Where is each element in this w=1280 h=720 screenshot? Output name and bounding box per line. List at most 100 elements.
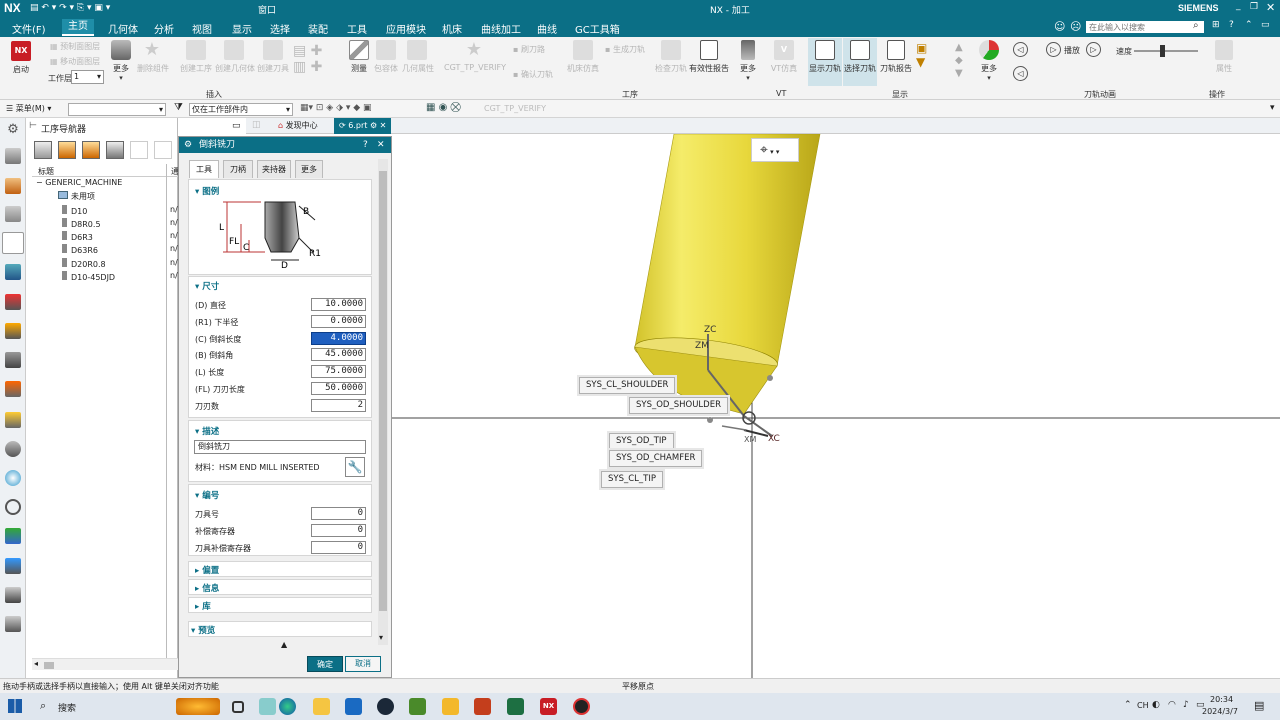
tab-part-file[interactable]: ⟳ 6.prt ⚙ ✕ (334, 118, 392, 134)
dialog-scrollbar[interactable]: ▾ (378, 159, 388, 645)
chamfer-angle-input[interactable]: 45.0000 (311, 348, 366, 361)
label-sys-cl-shoulder[interactable]: SYS_CL_SHOULDER (579, 377, 676, 394)
type-filter-select[interactable]: ▾ (68, 103, 166, 116)
folder-icon[interactable] (442, 698, 459, 715)
confirm-path-button[interactable]: ▪ 确认刀轨 (513, 69, 553, 80)
tree-item-d10-45djd[interactable]: D10-45DJD (62, 271, 115, 284)
method-view-icon[interactable] (106, 141, 124, 159)
desc-header[interactable]: ▾ 描述 (195, 425, 219, 437)
display-tool-icons[interactable]: ▦ ◉ ⛒ (426, 102, 461, 113)
chamfer-length-input[interactable]: 4.0000 (311, 332, 366, 345)
tree-item-unused[interactable]: 未用项 (58, 191, 95, 204)
tree-item-d63r6[interactable]: D63R6 (62, 244, 98, 257)
navigator-maximize-icon[interactable]: ▭ (232, 121, 241, 131)
taskbar-search-label[interactable]: 搜索 (58, 701, 76, 714)
first-icon[interactable]: ◁ (1013, 66, 1028, 81)
dims-header[interactable]: ▾ 尺寸 (195, 280, 219, 292)
filter-icon[interactable]: ⧩ (174, 102, 183, 113)
selection-tool-icons[interactable]: ▦▾ ⊡ ◈ ⬗ ▾ ◆ ▣ (300, 103, 372, 113)
menu-curve-machining[interactable]: 曲线加工 (481, 21, 521, 36)
nx-taskbar-icon[interactable]: NX (540, 698, 557, 715)
cgt-verify-small[interactable]: CGT_TP_VERIFY (484, 104, 546, 113)
web-browser-icon[interactable] (5, 470, 21, 486)
menu-view[interactable]: 视图 (192, 21, 212, 36)
menu-gc-toolbox[interactable]: GC工具箱 (575, 21, 620, 36)
scroll-thumb[interactable] (379, 171, 387, 611)
up-icon[interactable]: ⌃ (1245, 20, 1253, 30)
feature-icon-9[interactable] (5, 587, 21, 603)
layer-button-1[interactable]: ▦ 预制面图层 (50, 41, 100, 52)
menu-curve[interactable]: 曲线 (537, 21, 557, 36)
cutcom-register-input[interactable]: 0 (311, 541, 366, 554)
tab-tool[interactable]: 工具 (189, 160, 219, 178)
arrow-stack-icons[interactable]: ▲ ◆ ▼ (955, 41, 969, 83)
tab-holder[interactable]: 刀柄 (223, 160, 253, 178)
edge-icon[interactable] (279, 698, 296, 715)
tab-clamp[interactable]: 夹持器 (257, 160, 291, 178)
label-sys-od-tip[interactable]: SYS_OD_TIP (609, 433, 674, 450)
feature-icon-3[interactable] (5, 352, 21, 368)
more-button-3[interactable]: 更多 ▾ (978, 40, 1000, 82)
create-tool-button[interactable]: 创建刀具 (256, 40, 290, 74)
scope-filter-select[interactable]: 仅在工作部件内 ▾ (189, 103, 293, 116)
close-icon[interactable]: ✕ (1266, 1, 1275, 14)
machine-sim-button[interactable]: 机床仿真 (566, 40, 600, 74)
tab-more[interactable]: 更多 (295, 160, 323, 178)
frown-icon[interactable]: ☹ (1070, 20, 1081, 33)
machine-tool-icon[interactable] (5, 264, 21, 280)
view-orient-button[interactable]: ⌖ ▾ ▾ (751, 138, 799, 162)
create-geometry-button[interactable]: 创建几何体 (215, 40, 255, 74)
restore-icon[interactable]: ❐ (1250, 2, 1258, 12)
quick-access-icons[interactable]: ▤ ↶ ▾ ↷ ▾ ⎘ ▾ ▣ ▾ (30, 3, 110, 13)
help-icon[interactable]: ? (1229, 20, 1234, 30)
material-edit-button[interactable]: 🔧 (345, 457, 365, 477)
powerpoint-icon[interactable] (474, 698, 491, 715)
label-sys-od-chamfer[interactable]: SYS_OD_CHAMFER (609, 450, 703, 467)
dialog-title-bar[interactable]: ⚙ 倒斜铣刀 ? ✕ (179, 137, 391, 153)
constraint-navigator-icon[interactable] (5, 206, 21, 222)
taskbar-search-icon[interactable]: ⌕ (40, 699, 46, 713)
vt-sim-button[interactable]: V VT仿真 (770, 40, 798, 74)
tree-root[interactable]: − GENERIC_MACHINE (36, 178, 122, 191)
operation-navigator-icon[interactable] (2, 232, 24, 254)
steam-icon[interactable] (377, 698, 394, 715)
feature-icon-2[interactable] (5, 323, 21, 339)
ime-icon[interactable]: ◐ (1152, 700, 1160, 710)
library-panel[interactable]: ▸ 库 (188, 597, 372, 613)
menu-machine[interactable]: 机床 (442, 21, 462, 36)
menu-home[interactable]: 主页 (62, 19, 94, 36)
validity-report-button[interactable]: 有效性报告 (689, 40, 729, 74)
num-header[interactable]: ▾ 编号 (195, 489, 219, 501)
length-input[interactable]: 75.0000 (311, 365, 366, 378)
info-panel[interactable]: ▸ 信息 (188, 579, 372, 595)
show-path-button[interactable]: 显示刀轨 (808, 38, 842, 86)
feature-icon-6[interactable] (5, 441, 21, 457)
scroll-left-icon[interactable]: ◂ (34, 659, 38, 668)
description-input[interactable]: 倒斜铣刀 (194, 440, 366, 454)
minimize-icon[interactable]: _ (1236, 1, 1241, 11)
dialog-close-icon[interactable]: ✕ (377, 137, 385, 153)
generate-path-button[interactable]: ▪ 生成刀轨 (605, 44, 645, 55)
speed-slider-thumb[interactable] (1160, 45, 1165, 57)
menu-file[interactable]: 文件(F) (12, 21, 46, 36)
more-button-2[interactable]: 更多 ▾ (737, 40, 759, 82)
feature-icon-8[interactable] (5, 558, 21, 574)
menu-display[interactable]: 显示 (232, 21, 252, 36)
path-report-button[interactable]: 刀轨报告 (879, 40, 913, 74)
label-sys-od-shoulder[interactable]: SYS_OD_SHOULDER (629, 397, 728, 414)
smiley-icon[interactable]: ☺ (1054, 20, 1065, 33)
search-highlight-icon[interactable] (176, 698, 220, 715)
scroll-down-icon[interactable]: ▾ (379, 633, 383, 642)
cancel-button[interactable]: 取消 (345, 656, 381, 672)
feature-icon-4[interactable] (5, 381, 21, 397)
menu-applications[interactable]: 应用模块 (386, 21, 426, 36)
tool-view-icon[interactable] (58, 141, 76, 159)
tree-item-d20r08[interactable]: D20R0.8 (62, 258, 106, 271)
recorder-icon[interactable] (573, 698, 590, 715)
geometry-view-icon[interactable] (82, 141, 100, 159)
check-path-button[interactable]: 检查刀轨 (654, 40, 688, 74)
tab-settings-icon[interactable]: ⚙ (370, 121, 377, 130)
measure-button[interactable]: 测量 (346, 40, 372, 74)
navigator-divider[interactable] (166, 164, 167, 658)
tray-expand-icon[interactable]: ⌃ (1124, 700, 1132, 710)
